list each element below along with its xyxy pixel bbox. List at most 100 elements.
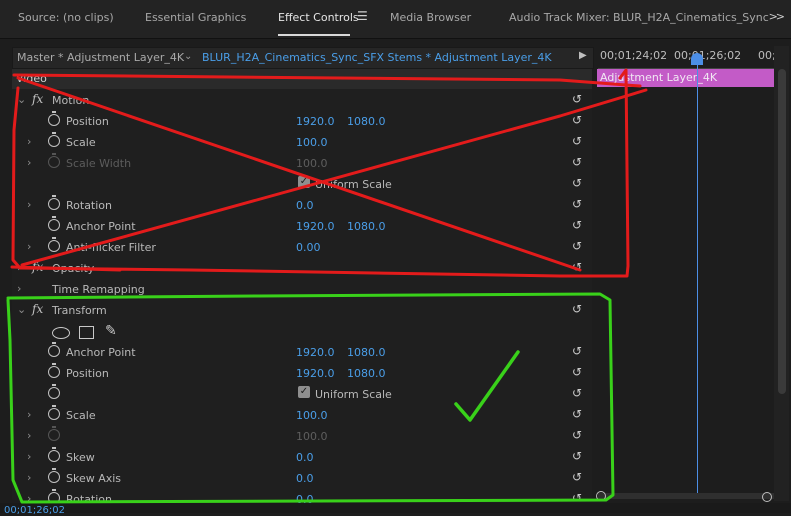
transform-anchor-row: Anchor Point 1920.0 1080.0 ↺ [12,342,592,363]
fx-icon[interactable]: fx [32,260,43,274]
reset-icon[interactable]: ↺ [572,344,582,358]
reset-icon[interactable]: ↺ [572,92,582,106]
scale-value[interactable]: 100.0 [296,136,328,149]
active-tab-indicator [278,34,350,36]
scale-width-value: 100.0 [296,430,328,443]
tab-source[interactable]: Source: (no clips) [18,11,114,24]
chevron-down-icon[interactable]: ⌄ [184,51,192,62]
playhead-handle[interactable] [691,53,703,65]
play-icon[interactable]: ▶ [579,50,587,61]
reset-icon[interactable]: ↺ [572,428,582,442]
antiflicker-value[interactable]: 0.00 [296,241,321,254]
motion-effect-row[interactable]: ⌄ fx Motion ↺ [12,90,592,111]
motion-uniform-scale-row: ✓ Uniform Scale ↺ [12,174,592,195]
motion-position-row: Position 1920.0 1080.0 ↺ [12,111,592,132]
anchor-x-value[interactable]: 1920.0 [296,346,335,359]
position-x-value[interactable]: 1920.0 [296,115,335,128]
stopwatch-icon[interactable] [48,468,60,483]
stopwatch-icon[interactable] [48,363,60,378]
fx-icon[interactable]: fx [32,92,43,106]
uniform-scale-checkbox[interactable]: ✓ [298,386,310,398]
stopwatch-icon[interactable] [48,447,60,462]
chevron-right-icon[interactable]: › [27,471,31,484]
chevron-right-icon[interactable]: › [27,408,31,421]
reset-icon[interactable]: ↺ [572,449,582,463]
zoom-handle-left[interactable] [596,491,606,501]
reset-icon[interactable]: ↺ [572,386,582,400]
stopwatch-icon[interactable] [48,132,60,147]
reset-icon[interactable]: ↺ [572,134,582,148]
transform-uniform-scale-row: ✓ Uniform Scale ↺ [12,384,592,405]
property-label: Position [66,115,109,128]
chevron-right-icon[interactable]: › [27,429,31,442]
position-y-value[interactable]: 1080.0 [347,115,386,128]
zoom-handle-right[interactable] [762,492,772,502]
tab-effect-controls[interactable]: Effect Controls [278,11,359,24]
effect-properties-panel: Video ⌄ fx Motion ↺ Position 1920.0 1080… [12,69,592,506]
chevron-right-icon[interactable]: › [27,156,31,169]
reset-icon[interactable]: ↺ [572,218,582,232]
stopwatch-icon[interactable] [48,111,60,126]
reset-icon[interactable]: ↺ [572,113,582,127]
reset-icon[interactable]: ↺ [572,260,582,274]
rotation-value[interactable]: 0.0 [296,199,314,212]
scale-value[interactable]: 100.0 [296,409,328,422]
reset-icon[interactable]: ↺ [572,302,582,316]
motion-scale-row: › Scale 100.0 ↺ [12,132,592,153]
tab-essential-graphics[interactable]: Essential Graphics [145,11,246,24]
motion-rotation-row: › Rotation 0.0 ↺ [12,195,592,216]
reset-icon[interactable]: ↺ [572,197,582,211]
time-remapping-row[interactable]: › Time Remapping [12,279,592,300]
more-tabs-icon[interactable]: >> [769,10,786,23]
property-label: Position [66,367,109,380]
chevron-right-icon[interactable]: › [27,450,31,463]
rectangle-mask-icon[interactable] [79,326,94,339]
chevron-right-icon[interactable]: › [27,135,31,148]
stopwatch-icon[interactable] [48,342,60,357]
uniform-scale-checkbox[interactable]: ✓ [298,176,310,188]
chevron-right-icon[interactable]: › [17,261,21,274]
anchor-x-value[interactable]: 1920.0 [296,220,335,233]
current-timecode[interactable]: 00;01;26;02 [4,505,65,516]
fx-icon[interactable]: fx [32,302,43,316]
anchor-y-value[interactable]: 1080.0 [347,346,386,359]
reset-icon[interactable]: ↺ [572,407,582,421]
transform-position-row: Position 1920.0 1080.0 ↺ [12,363,592,384]
ellipse-mask-icon[interactable] [52,327,70,339]
anchor-y-value[interactable]: 1080.0 [347,220,386,233]
skew-value[interactable]: 0.0 [296,451,314,464]
stopwatch-icon[interactable] [48,237,60,252]
checkbox-label: Uniform Scale [315,178,392,191]
opacity-label: Opacity [52,262,95,275]
stopwatch-icon[interactable] [48,216,60,231]
skew-axis-value[interactable]: 0.0 [296,472,314,485]
property-label: Skew [66,451,95,464]
reset-icon[interactable]: ↺ [572,239,582,253]
panel-menu-icon[interactable]: ☰ [357,9,368,23]
stopwatch-icon[interactable] [48,195,60,210]
stopwatch-icon[interactable] [48,384,60,399]
adjustment-layer-clip[interactable]: Adjustment Layer_4K [597,69,774,87]
stopwatch-icon[interactable] [48,405,60,420]
transform-effect-row[interactable]: ⌄ fx Transform ↺ [12,300,592,321]
sequence-clip-label[interactable]: BLUR_H2A_Cinematics_Sync_SFX Stems * Adj… [202,51,552,64]
chevron-right-icon[interactable]: › [27,240,31,253]
timeline-zoom-bar[interactable] [598,493,774,499]
reset-icon[interactable]: ↺ [572,470,582,484]
tab-media-browser[interactable]: Media Browser [390,11,471,24]
tab-audio-track-mixer[interactable]: Audio Track Mixer: BLUR_H2A_Cinematics_S… [509,11,769,24]
reset-icon[interactable]: ↺ [572,176,582,190]
chevron-right-icon[interactable]: › [17,282,21,295]
pen-mask-icon[interactable]: ✎ [105,323,117,339]
chevron-down-icon[interactable]: ⌄ [17,93,26,106]
property-label: Scale [66,409,96,422]
chevron-down-icon[interactable]: ⌄ [17,303,26,316]
reset-icon[interactable]: ↺ [572,365,582,379]
position-y-value[interactable]: 1080.0 [347,367,386,380]
position-x-value[interactable]: 1920.0 [296,367,335,380]
vertical-scroll-thumb[interactable] [778,69,786,394]
opacity-effect-row[interactable]: › fx Opacity ↺ [12,258,592,279]
chevron-right-icon[interactable]: › [27,198,31,211]
reset-icon[interactable]: ↺ [572,155,582,169]
master-clip-label[interactable]: Master * Adjustment Layer_4K [17,51,184,64]
